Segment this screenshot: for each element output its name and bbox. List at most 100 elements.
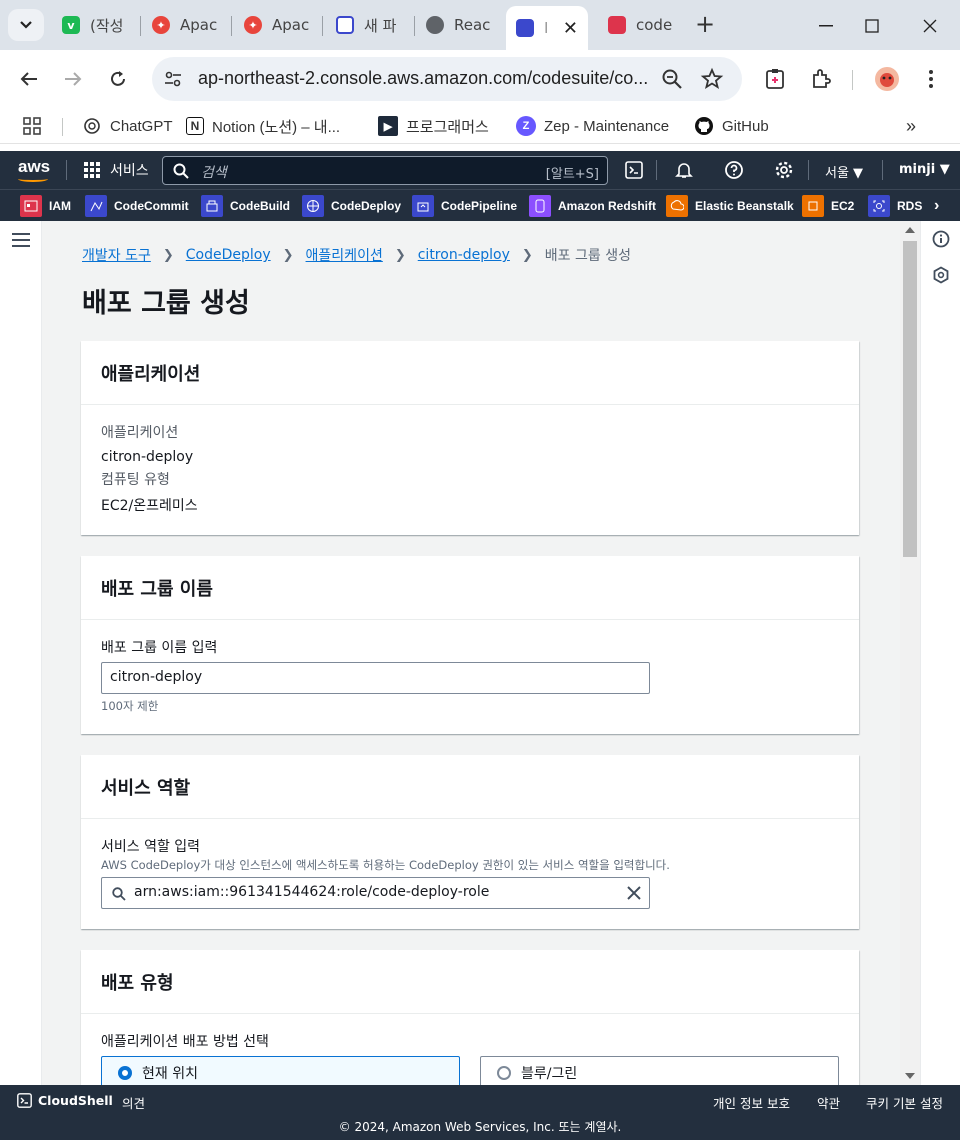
profile-avatar[interactable] bbox=[874, 66, 900, 92]
favorite-rds[interactable]: RDS bbox=[868, 195, 922, 217]
in-place-radio[interactable] bbox=[118, 1066, 132, 1080]
browser-tab-5[interactable]: Reac bbox=[416, 8, 502, 42]
favorite-iam[interactable]: IAM bbox=[20, 195, 71, 217]
panel-header: 서비스 역할 bbox=[81, 755, 859, 819]
bookmark-chatgpt[interactable]: ChatGPT bbox=[82, 114, 173, 138]
reload-icon[interactable] bbox=[103, 64, 133, 94]
compute-type-label: 컴퓨팅 유형 bbox=[101, 472, 170, 488]
aws-search-input[interactable]: 검색 [알트+S] bbox=[162, 156, 608, 185]
hamburger-menu-icon[interactable] bbox=[12, 233, 30, 247]
services-menu-button[interactable]: 서비스 bbox=[84, 160, 149, 180]
rds-icon bbox=[868, 195, 890, 217]
region-selector[interactable]: 서울 ▼ bbox=[825, 162, 863, 181]
favorite-codebuild[interactable]: CodeBuild bbox=[201, 195, 290, 217]
cloudshell-icon[interactable] bbox=[624, 160, 644, 180]
aws-logo-icon[interactable]: aws bbox=[18, 157, 50, 177]
notion-icon: N bbox=[186, 117, 204, 135]
browser-tab-active[interactable]: I ✕ bbox=[506, 6, 588, 50]
deployment-type-panel: 배포 유형 애플리케이션 배포 방법 선택 현재 위치 블루/그린 bbox=[81, 950, 859, 1085]
in-place-option-tile[interactable]: 현재 위치 bbox=[101, 1056, 460, 1085]
tab-title: Reac bbox=[454, 16, 491, 34]
browser-tab-strip: v (작성 ✦ Apac ✦ Apac 새 파 Reac I ✕ code + bbox=[0, 0, 960, 50]
application-label: 애플리케이션 bbox=[101, 425, 179, 441]
url-text[interactable]: ap-northeast-2.console.aws.amazon.com/co… bbox=[198, 68, 648, 89]
feedback-link[interactable]: 의견 bbox=[122, 1093, 145, 1112]
bookmark-programmers[interactable]: ▶ 프로그래머스 bbox=[378, 114, 489, 138]
nav-divider bbox=[656, 160, 657, 180]
back-arrow-icon[interactable] bbox=[14, 64, 44, 94]
favorite-label: CodeCommit bbox=[114, 199, 189, 213]
breadcrumb-developer-tools[interactable]: 개발자 도구 bbox=[82, 245, 151, 265]
browser-tab-1[interactable]: v (작성 bbox=[52, 8, 138, 42]
apps-grid-icon[interactable] bbox=[22, 114, 42, 138]
favorite-ec2[interactable]: EC2 bbox=[802, 195, 854, 217]
scrollbar-thumb[interactable] bbox=[903, 241, 917, 557]
page-scrollbar[interactable] bbox=[900, 221, 920, 1085]
site-settings-icon[interactable] bbox=[162, 68, 184, 90]
bookmark-github[interactable]: GitHub bbox=[694, 114, 769, 138]
globe-icon bbox=[426, 16, 444, 34]
breadcrumb-application[interactable]: citron-deploy bbox=[418, 247, 510, 263]
breadcrumb-codedeploy[interactable]: CodeDeploy bbox=[186, 247, 271, 263]
tab-favicon-icon: ✦ bbox=[244, 16, 262, 34]
tab-separator bbox=[231, 16, 232, 36]
new-tab-plus-icon[interactable]: + bbox=[692, 12, 718, 38]
privacy-link[interactable]: 개인 정보 보호 bbox=[713, 1093, 790, 1112]
browser-tab-3[interactable]: ✦ Apac bbox=[234, 8, 320, 42]
favorite-redshift[interactable]: Amazon Redshift bbox=[529, 195, 656, 217]
bookmark-notion[interactable]: N Notion (노션) – 내... bbox=[186, 114, 340, 138]
cloudshell-button[interactable]: CloudShell bbox=[17, 1093, 113, 1108]
clear-input-icon[interactable] bbox=[627, 886, 641, 900]
more-bookmarks-chevron-icon[interactable]: » bbox=[906, 114, 916, 138]
bookmark-star-icon[interactable] bbox=[700, 67, 724, 91]
tab-title: code bbox=[636, 16, 672, 34]
tab-search-button[interactable] bbox=[8, 9, 44, 41]
bookmark-zep[interactable]: Z Zep - Maintenance bbox=[516, 114, 669, 138]
help-question-icon[interactable] bbox=[724, 160, 744, 180]
extensions-icon[interactable] bbox=[808, 66, 834, 92]
tab-favicon-icon bbox=[336, 16, 354, 34]
service-role-input[interactable]: arn:aws:iam::961341544624:role/code-depl… bbox=[101, 877, 650, 909]
account-menu[interactable]: minji ▼ bbox=[899, 162, 950, 177]
favorites-scroll-right-icon[interactable]: › bbox=[934, 195, 939, 217]
close-window-icon[interactable] bbox=[916, 12, 944, 40]
info-icon[interactable] bbox=[932, 230, 950, 248]
status-hexagon-icon[interactable] bbox=[932, 266, 950, 284]
deployment-group-name-input[interactable]: citron-deploy bbox=[101, 662, 650, 694]
search-icon bbox=[112, 887, 126, 901]
browser-tab-4[interactable]: 새 파 bbox=[326, 8, 412, 42]
zep-icon: Z bbox=[516, 116, 536, 136]
extension-puzzle-note-icon[interactable] bbox=[762, 66, 788, 92]
bookmark-label: ChatGPT bbox=[110, 117, 173, 135]
favorite-codedeploy[interactable]: CodeDeploy bbox=[302, 195, 401, 217]
application-panel: 애플리케이션 애플리케이션 citron-deploy 컴퓨팅 유형 EC2/온… bbox=[81, 341, 859, 535]
blue-green-radio[interactable] bbox=[497, 1066, 511, 1080]
favorite-label: CodePipeline bbox=[441, 199, 518, 213]
scroll-up-arrow-icon[interactable] bbox=[905, 227, 915, 233]
tab-separator bbox=[140, 16, 141, 36]
maximize-icon[interactable] bbox=[858, 12, 886, 40]
close-tab-icon[interactable]: ✕ bbox=[563, 18, 578, 39]
zoom-icon[interactable] bbox=[660, 67, 684, 91]
favorite-codecommit[interactable]: CodeCommit bbox=[85, 195, 189, 217]
cookie-preferences-link[interactable]: 쿠키 기본 설정 bbox=[866, 1093, 943, 1112]
breadcrumb-applications[interactable]: 애플리케이션 bbox=[306, 245, 383, 265]
favorite-codepipeline[interactable]: CodePipeline bbox=[412, 195, 517, 217]
address-bar[interactable]: ap-northeast-2.console.aws.amazon.com/co… bbox=[152, 57, 742, 101]
cloudshell-label: CloudShell bbox=[38, 1093, 113, 1108]
browser-tab-7[interactable]: code bbox=[598, 8, 682, 42]
blue-green-option-tile[interactable]: 블루/그린 bbox=[480, 1056, 839, 1085]
scroll-down-arrow-icon[interactable] bbox=[905, 1073, 915, 1079]
forward-arrow-icon[interactable] bbox=[58, 64, 88, 94]
browser-tab-2[interactable]: ✦ Apac bbox=[142, 8, 228, 42]
terms-link[interactable]: 약관 bbox=[817, 1093, 840, 1112]
browser-menu-kebab-icon[interactable] bbox=[918, 66, 944, 92]
tab-favicon-icon: v bbox=[62, 16, 80, 34]
notifications-bell-icon[interactable] bbox=[674, 160, 694, 180]
favorite-elastic-beanstalk[interactable]: Elastic Beanstalk bbox=[666, 195, 794, 217]
tab-title: I bbox=[544, 19, 549, 37]
breadcrumb-chevron-icon: ❯ bbox=[162, 247, 174, 263]
codecommit-icon bbox=[85, 195, 107, 217]
minimize-icon[interactable] bbox=[812, 12, 840, 40]
settings-gear-icon[interactable] bbox=[774, 160, 794, 180]
